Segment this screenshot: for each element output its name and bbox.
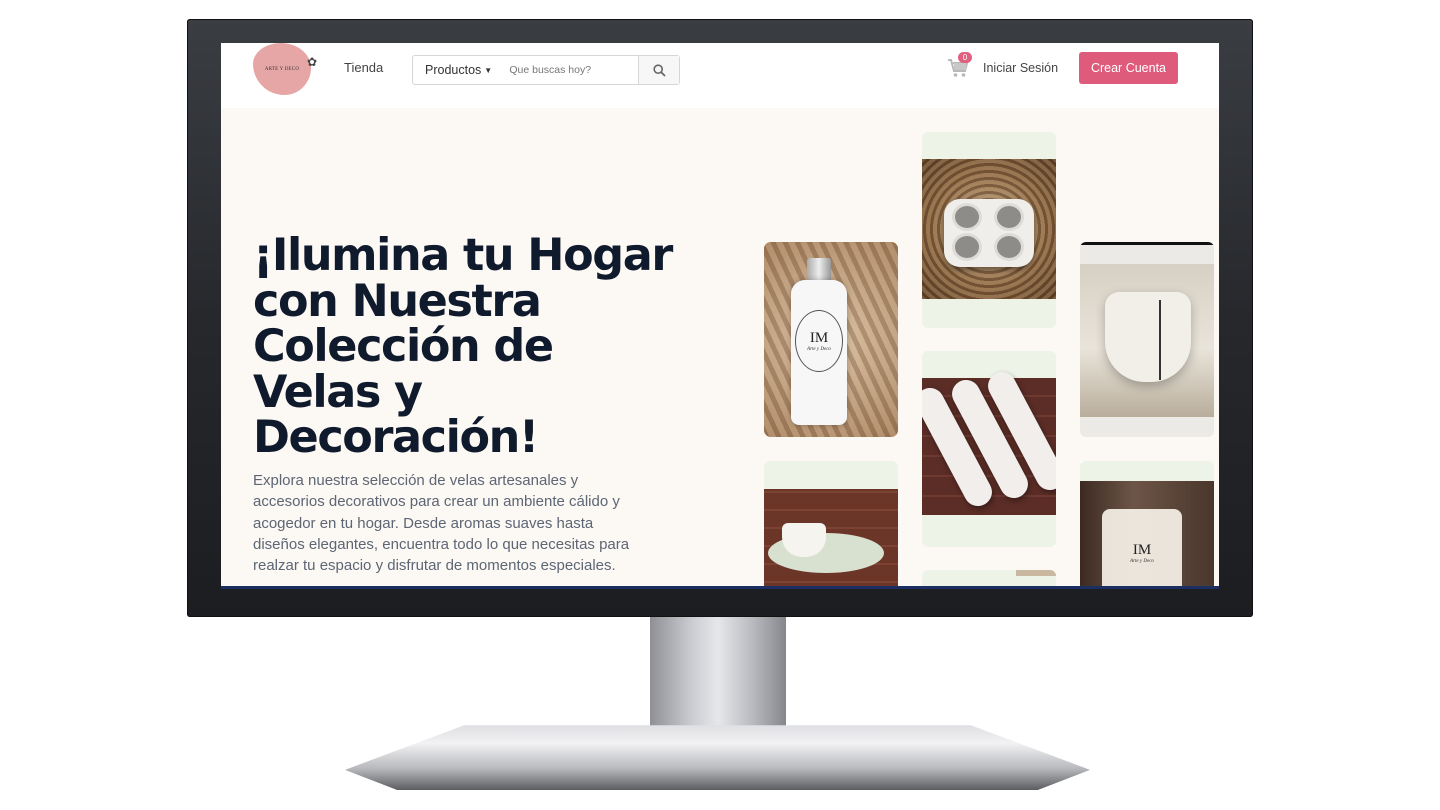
search-icon [653,63,666,77]
jar-label-main: IM [1132,542,1152,558]
website-screen: ARTE Y DECO ✿ Tienda Productos ▼ Que bus… [221,43,1219,589]
bottle-label-main: IM [809,330,829,346]
chevron-down-icon: ▼ [484,65,493,75]
products-dropdown-label: Productos [425,63,482,77]
signup-button[interactable]: Crear Cuenta [1079,52,1178,84]
nav-link-tienda[interactable]: Tienda [344,60,383,75]
cart-button[interactable]: 0 [947,52,972,79]
logo-text: ARTE Y DECO [264,66,300,72]
gallery-image-partial [922,570,1056,586]
search-input[interactable] [501,56,639,84]
gallery-image-candle-jar: IM Arte y Deco [1080,461,1214,586]
monitor-base [345,725,1090,790]
products-dropdown[interactable]: Productos ▼ [413,56,501,84]
cart-count-badge: 0 [958,52,972,63]
search-bar: Productos ▼ [412,55,680,85]
gallery-image-diffuser-bottle: IM Arte y Deco [764,242,898,437]
login-link[interactable]: Iniciar Sesión [983,61,1058,75]
hero-description: Explora nuestra selección de velas artes… [253,472,630,575]
search-button[interactable] [638,56,679,84]
hero-title: ¡Ilumina tu Hogar con Nuestra Colección … [253,230,673,463]
gallery-image-candle-bowl [1080,242,1214,437]
gallery-image-tealight-holder [922,132,1056,328]
gallery-image-candle-dish [764,461,898,586]
gallery-image-incense-holders [922,351,1056,547]
bottle-label-sub: Arte y Deco [807,347,831,352]
site-header: ARTE Y DECO ✿ Tienda Productos ▼ Que bus… [221,43,1219,108]
site-logo[interactable]: ARTE Y DECO ✿ [253,43,317,95]
jar-label-sub: Arte y Deco [1130,559,1154,564]
sprig-icon: ✿ [306,55,317,69]
